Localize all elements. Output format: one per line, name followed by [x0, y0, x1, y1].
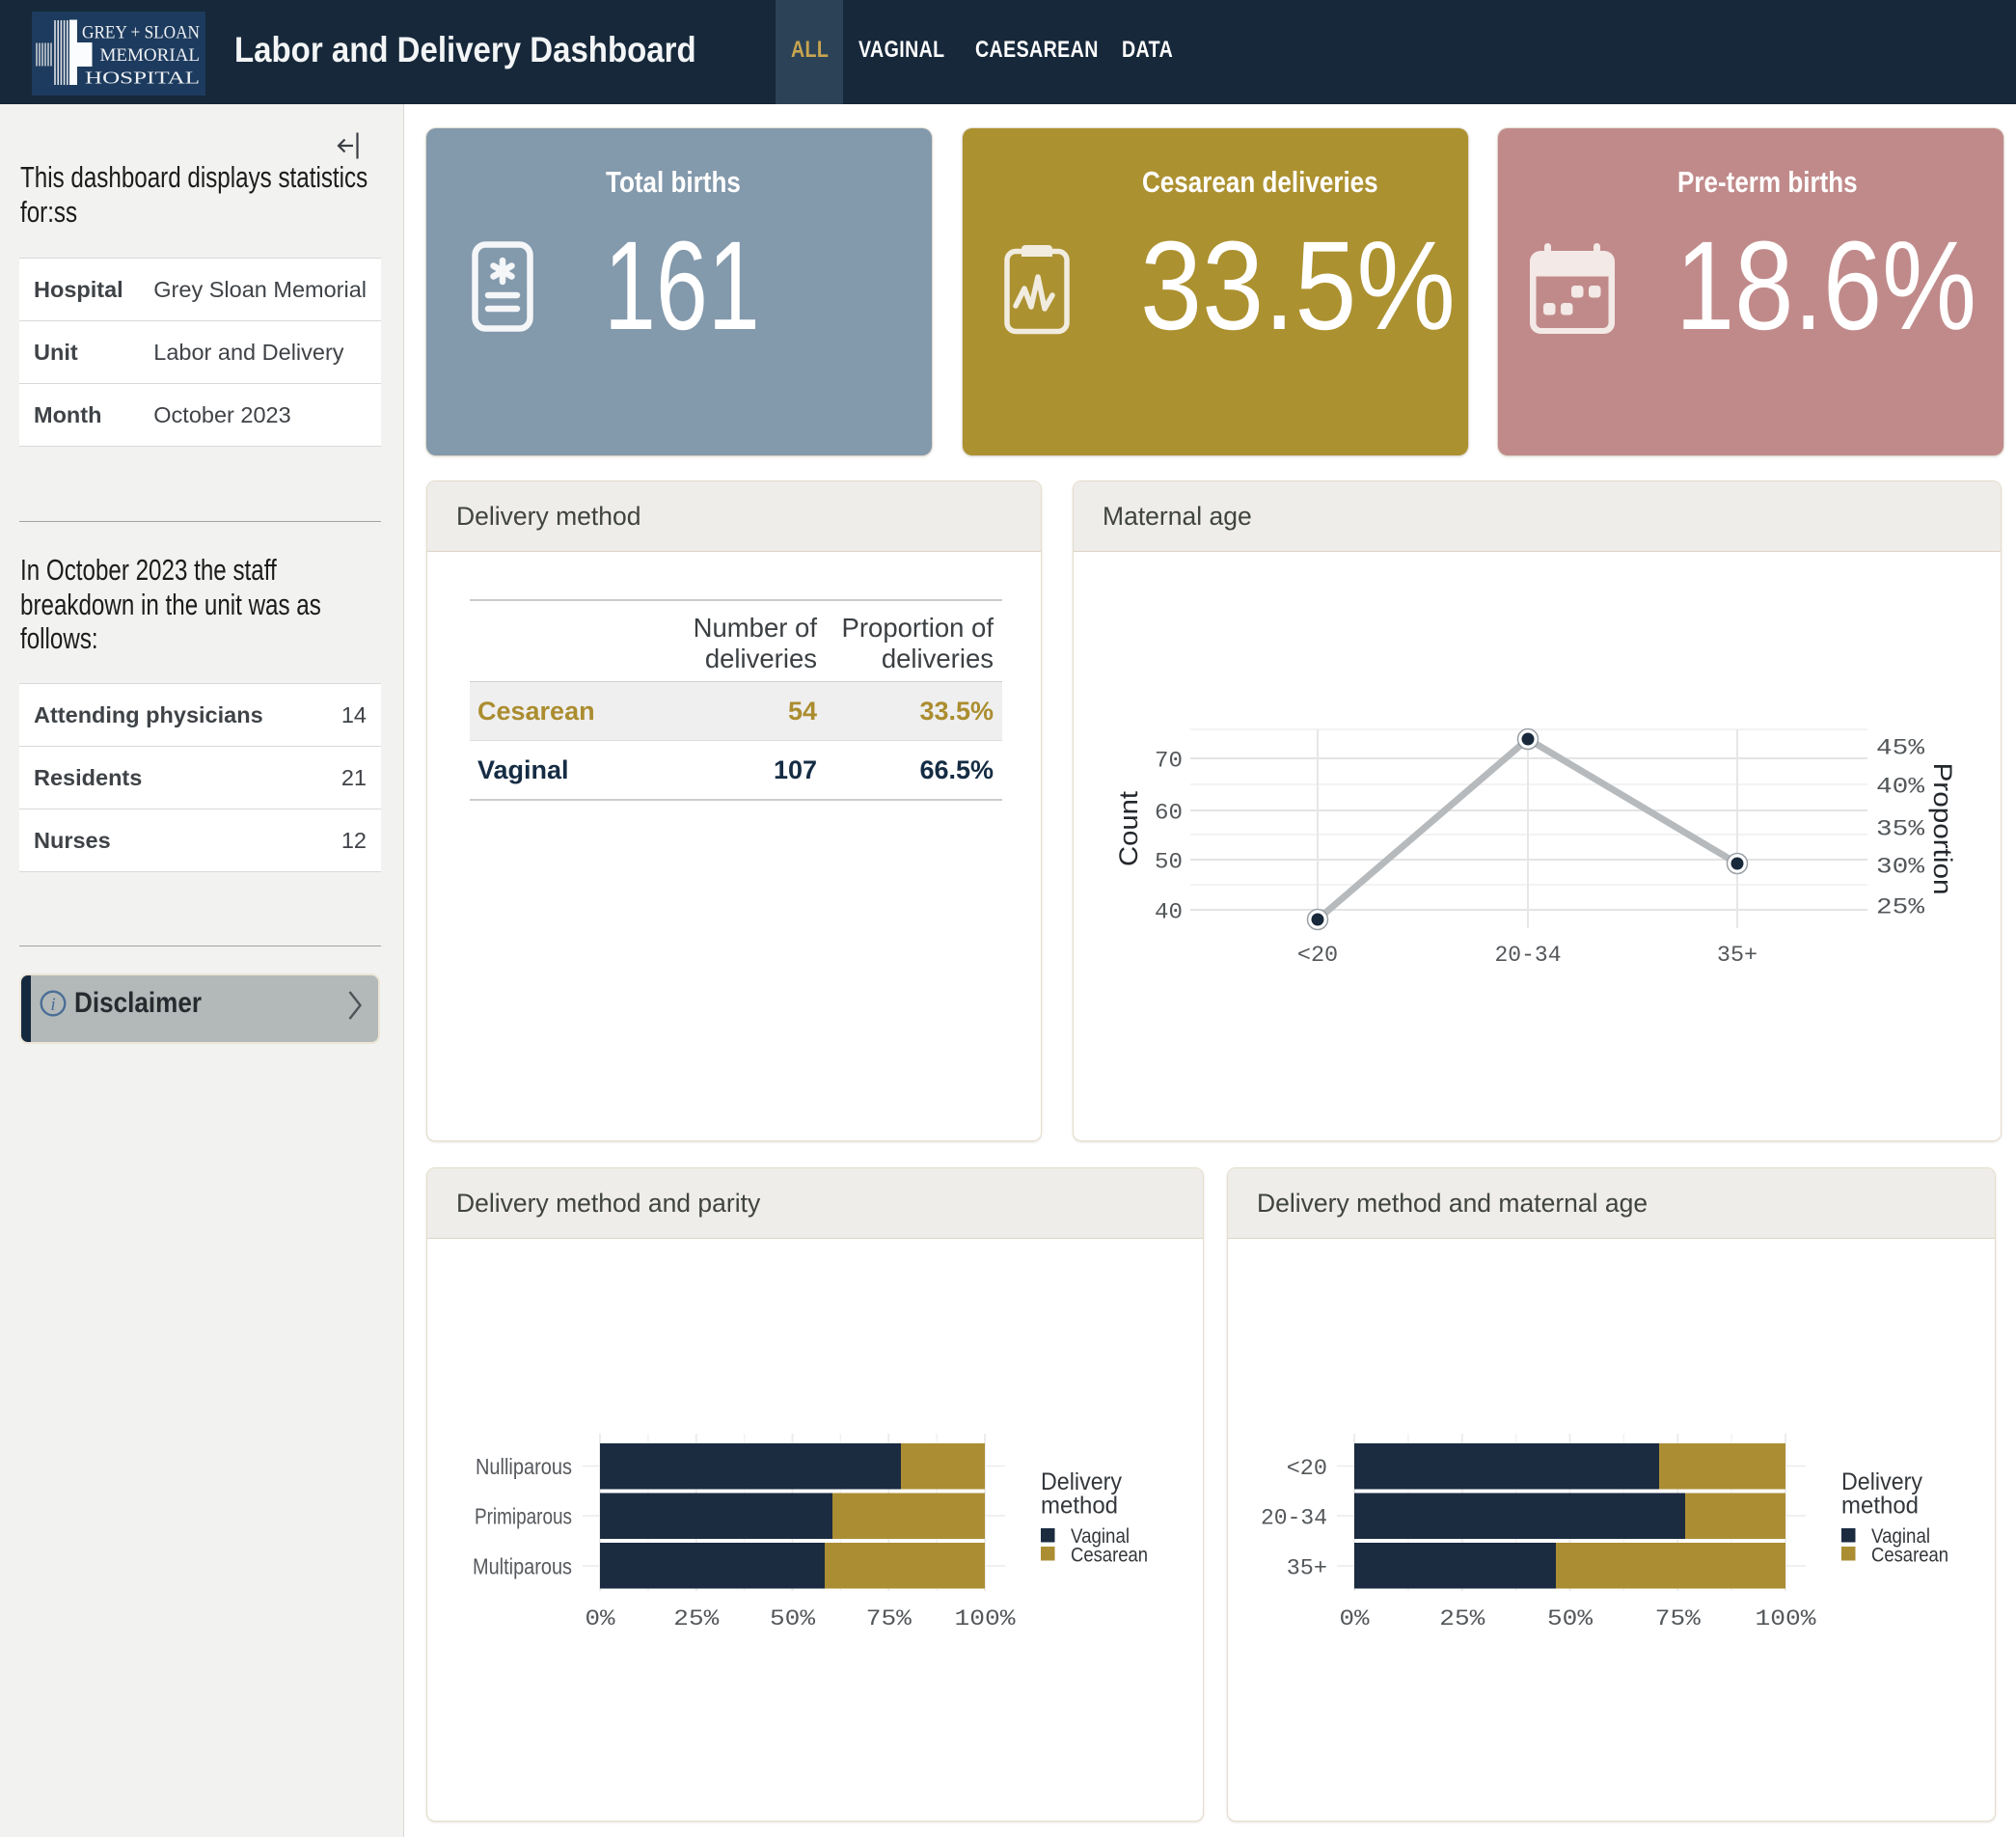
svg-text:100%: 100%	[955, 1606, 1017, 1632]
svg-text:20-34: 20-34	[1261, 1506, 1327, 1532]
svg-text:35+: 35+	[1717, 943, 1757, 969]
svg-text:0%: 0%	[1340, 1606, 1371, 1632]
svg-text:20-34: 20-34	[1495, 943, 1562, 969]
svg-text:i: i	[50, 995, 55, 1015]
svg-text:75%: 75%	[866, 1606, 913, 1632]
svg-text:method: method	[1041, 1493, 1118, 1520]
svg-text:25%: 25%	[1439, 1606, 1485, 1632]
svg-text:50: 50	[1155, 850, 1183, 876]
svg-text:Proportion: Proportion	[1928, 763, 1957, 895]
svg-text:Nulliparous: Nulliparous	[476, 1454, 572, 1479]
svg-text:75%: 75%	[1655, 1606, 1702, 1632]
svg-text:70: 70	[1155, 749, 1183, 775]
svg-text:50%: 50%	[770, 1606, 816, 1632]
svg-text:Count: Count	[1114, 790, 1143, 866]
svg-text:<20: <20	[1297, 943, 1338, 969]
svg-text:method: method	[1841, 1493, 1919, 1520]
svg-text:Multiparous: Multiparous	[473, 1554, 572, 1579]
svg-text:Cesarean: Cesarean	[1871, 1545, 1948, 1567]
svg-text:25%: 25%	[673, 1606, 720, 1632]
svg-text:30%: 30%	[1876, 855, 1925, 881]
svg-text:40%: 40%	[1876, 775, 1925, 801]
svg-text:45%: 45%	[1876, 736, 1925, 762]
svg-text:0%: 0%	[586, 1606, 616, 1632]
svg-text:35+: 35+	[1287, 1556, 1327, 1582]
svg-text:Cesarean: Cesarean	[1071, 1545, 1148, 1567]
svg-text:<20: <20	[1287, 1456, 1327, 1482]
svg-text:60: 60	[1155, 801, 1183, 827]
svg-text:Primiparous: Primiparous	[475, 1504, 572, 1529]
svg-text:25%: 25%	[1876, 895, 1925, 921]
svg-text:100%: 100%	[1756, 1606, 1817, 1632]
svg-text:40: 40	[1155, 900, 1183, 926]
svg-text:50%: 50%	[1547, 1606, 1594, 1632]
svg-text:35%: 35%	[1876, 817, 1925, 843]
